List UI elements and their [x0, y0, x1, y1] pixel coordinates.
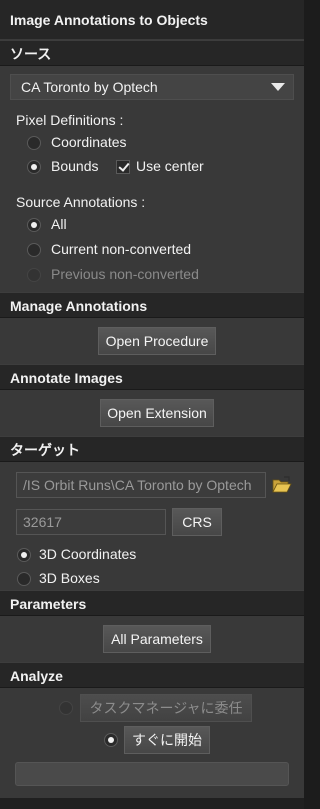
use-center-label[interactable]: Use center — [136, 158, 204, 174]
pixel-definitions-label: Pixel Definitions : — [16, 112, 124, 128]
source-section-header[interactable]: ソース — [0, 40, 304, 66]
previous-non-converted-radio — [27, 268, 41, 282]
folder-open-icon[interactable] — [272, 476, 292, 494]
coordinates-label[interactable]: Coordinates — [51, 134, 127, 150]
crs-button[interactable]: CRS — [172, 508, 222, 536]
source-annotations-label: Source Annotations : — [16, 194, 146, 210]
parameters-header[interactable]: Parameters — [0, 590, 304, 616]
bounds-radio[interactable] — [27, 160, 41, 174]
start-now-radio[interactable] — [104, 733, 118, 747]
analyze-header[interactable]: Analyze — [0, 662, 304, 688]
all-radio[interactable] — [27, 218, 41, 232]
panel-title: Image Annotations to Objects — [0, 0, 304, 40]
target-path-value: /IS Orbit Runs\CA Toronto by Optech — [23, 477, 252, 493]
delegate-to-task-manager-button: タスクマネージャに委任 — [80, 694, 252, 722]
open-extension-button[interactable]: Open Extension — [100, 399, 214, 427]
3d-coordinates-radio[interactable] — [17, 548, 31, 562]
current-non-converted-radio[interactable] — [27, 243, 41, 257]
annotations-to-objects-panel: Image Annotations to Objects ソース CA Toro… — [0, 0, 304, 809]
3d-boxes-label[interactable]: 3D Boxes — [39, 570, 100, 586]
3d-boxes-radio[interactable] — [17, 572, 31, 586]
source-section: CA Toronto by Optech Pixel Definitions :… — [0, 66, 304, 292]
annotate-images-header[interactable]: Annotate Images — [0, 364, 304, 390]
source-dataset-value: CA Toronto by Optech — [21, 79, 158, 95]
bounds-label[interactable]: Bounds — [51, 158, 98, 174]
task-manager-radio — [59, 701, 73, 715]
previous-non-converted-label: Previous non-converted — [51, 266, 199, 282]
manage-annotations-header[interactable]: Manage Annotations — [0, 292, 304, 318]
analyze-section: タスクマネージャに委任 すぐに開始 — [0, 688, 304, 798]
target-path-field[interactable]: /IS Orbit Runs\CA Toronto by Optech — [16, 472, 266, 498]
progress-bar — [15, 762, 289, 786]
all-parameters-button[interactable]: All Parameters — [103, 625, 211, 653]
coordinates-radio[interactable] — [27, 136, 41, 150]
chevron-down-icon[interactable] — [271, 83, 285, 91]
target-section: /IS Orbit Runs\CA Toronto by Optech 3261… — [0, 462, 304, 590]
use-center-checkbox[interactable] — [116, 160, 130, 174]
crs-code-field[interactable]: 32617 — [16, 509, 166, 535]
start-now-button[interactable]: すぐに開始 — [124, 726, 210, 754]
manage-annotations-section: Open Procedure — [0, 318, 304, 364]
all-label[interactable]: All — [51, 216, 67, 232]
current-non-converted-label[interactable]: Current non-converted — [51, 241, 191, 257]
annotate-images-section: Open Extension — [0, 390, 304, 436]
target-section-header[interactable]: ターゲット — [0, 436, 304, 462]
parameters-section: All Parameters — [0, 616, 304, 662]
open-procedure-button[interactable]: Open Procedure — [98, 327, 216, 355]
source-dataset-dropdown[interactable]: CA Toronto by Optech — [10, 74, 294, 100]
3d-coordinates-label[interactable]: 3D Coordinates — [39, 546, 136, 562]
